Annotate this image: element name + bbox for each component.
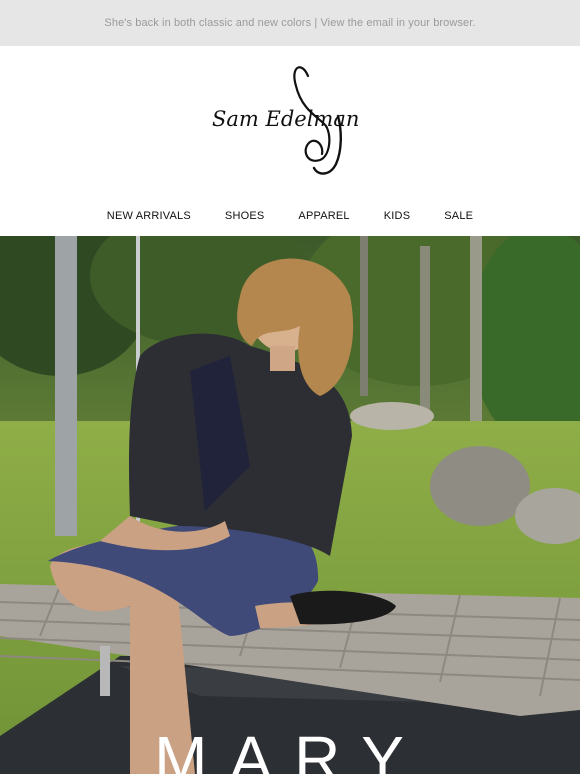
nav-new-arrivals[interactable]: NEW ARRIVALS [90,210,208,222]
hero-image [0,236,580,774]
nav-shoes[interactable]: SHOES [208,210,282,222]
svg-text:Sam Edelman: Sam Edelman [212,107,359,131]
brand-logo[interactable]: Sam Edelman [0,46,580,196]
preheader-text[interactable]: She's back in both classic and new color… [104,17,475,29]
main-nav: NEW ARRIVALS SHOES APPAREL KIDS SALE [0,196,580,236]
hero-title: MARY [154,723,426,774]
hero-banner[interactable]: MARY [0,236,580,774]
sam-edelman-logo-icon: Sam Edelman [212,66,359,175]
nav-kids[interactable]: KIDS [367,210,427,222]
nav-sale[interactable]: SALE [427,210,490,222]
nav-apparel[interactable]: APPAREL [281,210,366,222]
preheader-bar[interactable]: She's back in both classic and new color… [0,0,580,46]
